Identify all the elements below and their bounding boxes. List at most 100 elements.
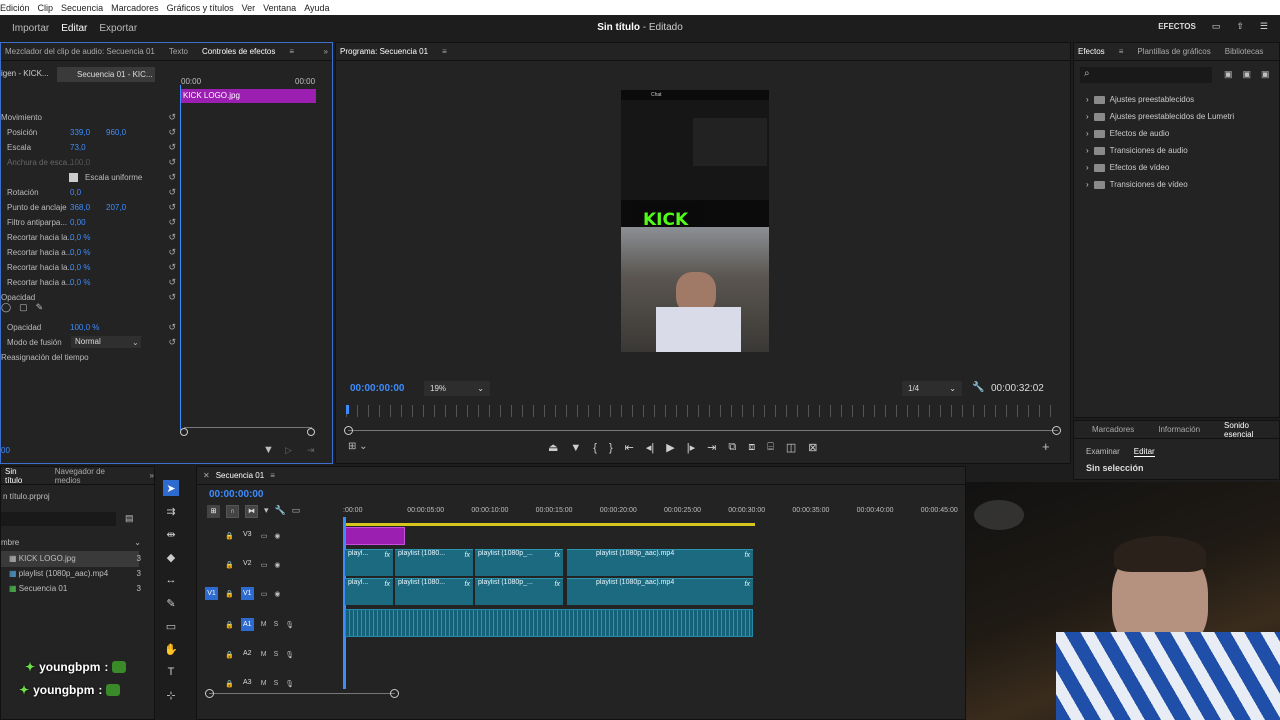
video-clip[interactable]: playlist (1080p_... fx [475,549,563,576]
timeline-ruler[interactable]: :00:00 00:00:05:00 00:00:10:00 00:00:15:00 0… [343,507,967,521]
menu-ayuda[interactable]: Ayuda [304,3,329,13]
mark-in-icon[interactable]: { [593,442,597,454]
play-audio-icon[interactable]: ▷ [285,445,292,456]
menu-ventana[interactable]: Ventana [263,3,296,13]
zoom-select[interactable]: 19% ⌄ [424,381,490,396]
captions-icon[interactable]: ▭ [292,505,301,518]
tab-media-browser[interactable]: Navegador de medios [55,467,130,485]
go-to-in-icon[interactable]: ⇤ [625,441,634,454]
effect-row[interactable]: Recortar hacia a... 0,0 % ↺ [1,275,179,289]
video-clip[interactable] [567,549,595,576]
insert-icon[interactable]: ⧉ [728,441,736,454]
vr-icon[interactable]: ⊠ [808,441,817,454]
close-icon[interactable]: ✕ [203,471,210,480]
video-clip[interactable]: playlist (1080p_... fx [475,578,563,605]
effect-row[interactable]: Modo de fusión Normal ⌄ ↺ [1,335,179,349]
expand-icon[interactable]: » [324,47,328,56]
overwrite-icon[interactable]: ⧈ [748,441,755,454]
menu-edicion[interactable]: Edición [0,3,30,13]
snap-icon[interactable]: ∩ [226,505,239,518]
effects-menu-icon[interactable]: ≡ [1119,47,1124,56]
folder-item[interactable]: › Ajustes preestablecidos [1086,91,1234,108]
type-tool-icon[interactable]: T [163,664,179,680]
monitor-scrollbar[interactable] [348,430,1058,431]
folder-item[interactable]: › Efectos de audio [1086,125,1234,142]
tab-plantillas[interactable]: Plantillas de gráficos [1137,47,1210,56]
audio-clip-a1[interactable] [345,609,753,637]
effect-row[interactable]: Recortar hacia a... 0,0 % ↺ [1,245,179,259]
subtab-editar[interactable]: Editar [1133,447,1155,457]
effects-workspace-label[interactable]: EFECTOS [1158,22,1196,31]
linked-icon[interactable]: ⧓ [245,505,258,518]
tab-audio-mixer[interactable]: Mezclador del clip de audio: Secuencia 0… [5,47,155,56]
panel-menu-icon[interactable]: ≡ [289,47,294,56]
selection-tool-icon[interactable]: ➤ [163,480,179,496]
video-clip[interactable] [567,578,595,605]
program-title[interactable]: Programa: Secuencia 01 [340,47,428,56]
sequence-clip-selector[interactable]: Secuencia 01 - KIC... [57,67,155,82]
menu-graficos[interactable]: Gráficos y títulos [167,3,234,13]
effect-row[interactable]: Rotación 0,0 ↺ [1,185,179,199]
add-marker-icon[interactable]: ▾ [264,505,269,518]
effect-row[interactable]: Escala 73,0 ↺ [1,140,179,154]
program-timecode[interactable]: 00:00:00:00 [350,383,404,394]
timeline-scrollbar[interactable] [209,693,395,694]
menu-clip[interactable]: Clip [38,3,54,13]
lift-icon[interactable]: ⏏ [548,441,558,454]
tab-informacion[interactable]: Información [1158,425,1200,434]
source-clip-label[interactable]: igen - KICK... [1,69,49,78]
settings-icon[interactable]: ⊞ ⌄ [348,441,368,452]
project-search[interactable] [1,512,116,526]
tab-project[interactable]: Sin título [5,467,35,485]
quality-select[interactable]: 1/4 ⌄ [902,381,962,396]
tab-marcadores[interactable]: Marcadores [1092,425,1134,434]
track-header[interactable]: 🔒 A3 M S 🎙 [205,677,294,690]
track-header[interactable]: 🔒 V3 ▭ ◉ [205,529,280,542]
track-header[interactable]: 🔒 A2 M S 🎙 [205,648,294,661]
share-icon[interactable]: ⇧ [1236,21,1244,32]
32bit-icon[interactable]: ▣ [1243,69,1252,80]
search-input[interactable]: ⌕ [1080,67,1212,83]
export-icon[interactable]: ⇥ [307,445,315,456]
subtab-examinar[interactable]: Examinar [1086,447,1120,457]
sequence-menu-icon[interactable]: ≡ [270,471,275,480]
step-forward-icon[interactable]: |▸ [687,441,695,454]
go-to-out-icon[interactable]: ⇥ [707,441,716,454]
menu-marcadores[interactable]: Marcadores [111,3,159,13]
tab-efectos[interactable]: Efectos [1078,47,1105,56]
monitor-playhead[interactable] [346,405,349,414]
effect-row[interactable]: Filtro antiparpa... 0,00 ↺ [1,215,179,229]
list-item[interactable]: ▦ playlist (1080p_aac).mp4 3 [9,569,141,578]
list-item[interactable]: ▦ KICK LOGO.jpg 3 [9,554,141,563]
camera-icon[interactable]: ⌸ [767,441,774,454]
effect-row[interactable]: Posición 339,0 960,0 ↺ [1,125,179,139]
video-clip[interactable]: playlist (1080p_aac).mp4 fx [593,578,753,605]
video-clip[interactable]: playl... fx [345,549,393,576]
sequence-tab[interactable]: Secuencia 01 [216,471,264,480]
razor-icon[interactable]: ◆ [163,549,179,565]
rectangle-icon[interactable]: ▭ [163,618,179,634]
program-menu-icon[interactable]: ≡ [442,47,447,56]
panel-timecode[interactable]: 00 [1,446,10,455]
add-button-icon[interactable]: + [1042,439,1050,454]
folder-item[interactable]: › Transiciones de audio [1086,142,1234,159]
video-clip[interactable]: playlist (1080... fx [395,549,473,576]
track-header[interactable]: 🔒 V2 ▭ ◉ [205,558,280,571]
wrench-icon[interactable]: 🔧 [972,382,984,393]
filter-icon[interactable]: ▼ [263,444,274,456]
marker-icon[interactable]: ▼ [570,442,581,454]
effect-row[interactable]: Recortar hacia la... 0,0 % ↺ [1,230,179,244]
slip-icon[interactable]: ↔ [163,572,179,588]
step-back-icon[interactable]: ◂| [646,441,654,454]
folder-item[interactable]: › Transiciones de vídeo [1086,176,1234,193]
effect-row[interactable]: Anchura de esca... 100,0 ↺ [1,155,179,169]
nest-icon[interactable]: ⊞ [207,505,220,518]
settings-wrench-icon[interactable]: 🔧 [275,505,286,518]
timeline-timecode[interactable]: 00:00:00:00 [209,489,263,500]
list-item[interactable]: ▦ Secuencia 01 3 [9,584,141,593]
column-header[interactable]: mbre ⌄ [1,538,141,547]
effect-row[interactable]: Punto de anclaje 368,0 207,0 ↺ [1,200,179,214]
work-area-bar[interactable] [345,523,755,526]
tab-texto[interactable]: Texto [169,47,188,56]
effect-row[interactable]: Opacidad 100,0 % ↺ [1,320,179,334]
